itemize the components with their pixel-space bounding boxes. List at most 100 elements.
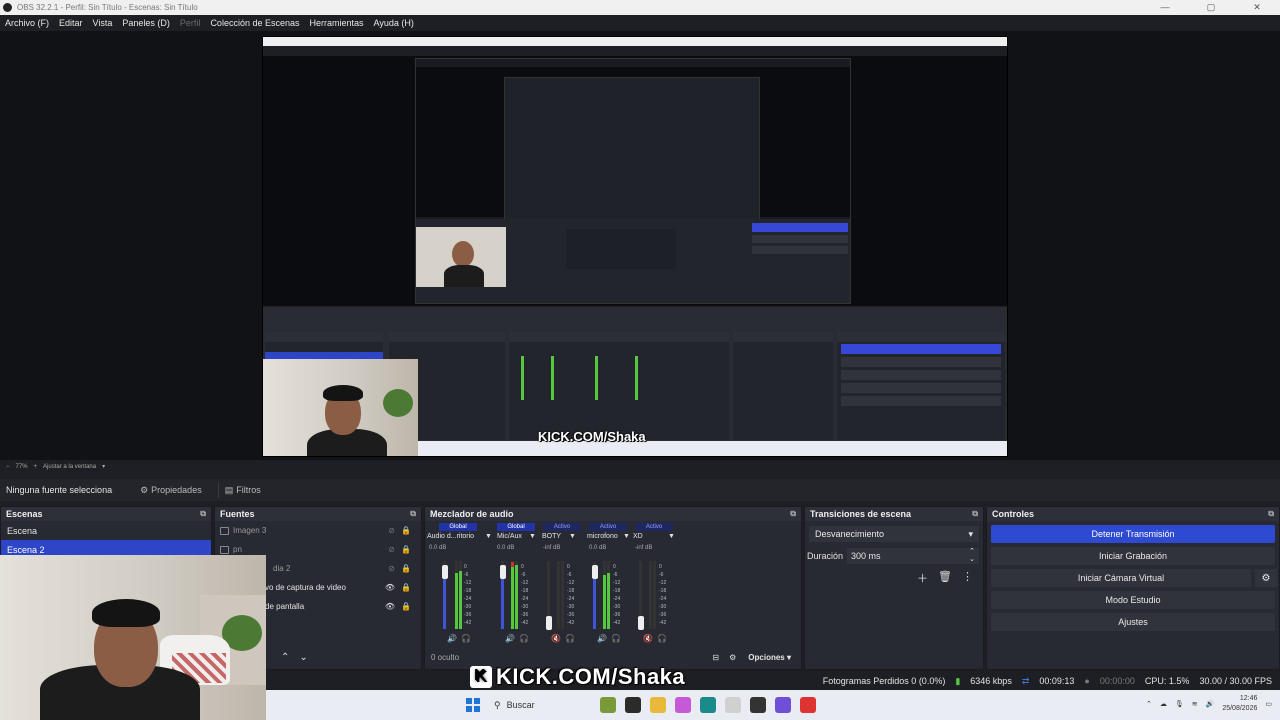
wifi-icon[interactable]: ≋ <box>1192 700 1198 708</box>
eye-hidden-icon[interactable]: ⊘ <box>388 545 395 554</box>
copilot-icon[interactable] <box>675 697 691 713</box>
preview-canvas[interactable]: KICK.COM/Shaka <box>262 36 1008 457</box>
db-scale: 0 -6 -12 -18 -24 -30 -36 -42 <box>567 564 575 626</box>
nested-transitions-panel <box>733 332 833 440</box>
dock-float-icon[interactable]: ⧉ <box>200 509 206 519</box>
task-view-icon[interactable] <box>625 697 641 713</box>
volume-icon[interactable]: 🔊 <box>1206 700 1215 708</box>
filters-button[interactable]: ▤ Filtros <box>217 482 267 498</box>
headphones-icon[interactable]: 🎧 <box>461 634 471 643</box>
preview-area[interactable]: KICK.COM/Shaka <box>0 31 1280 460</box>
menu-paneles[interactable]: Paneles (D) <box>117 18 175 28</box>
mixer-channel-name: microfono <box>587 533 618 540</box>
zoom-in-button[interactable]: + <box>34 464 38 470</box>
lock-icon[interactable]: 🔒 <box>401 564 411 573</box>
hidden-count: 0 oculto <box>431 652 460 662</box>
notification-icon[interactable]: ▭ <box>1265 700 1272 708</box>
lock-icon[interactable]: 🔒 <box>401 602 411 611</box>
studio-mode-button[interactable]: Modo Estudio <box>991 591 1275 609</box>
speaker-icon[interactable]: 🔊 <box>505 634 515 643</box>
menu-ayuda[interactable]: Ayuda (H) <box>369 18 419 28</box>
widgets-icon[interactable] <box>600 697 616 713</box>
settings-button[interactable]: Ajustes <box>991 613 1275 631</box>
lock-icon[interactable]: 🔒 <box>401 526 411 535</box>
properties-button[interactable]: ⚙ Propiedades <box>134 483 208 498</box>
start-recording-button[interactable]: Iniciar Grabación <box>991 547 1275 565</box>
stop-stream-button[interactable]: Detener Transmisión <box>991 525 1275 543</box>
app-icon[interactable] <box>750 697 766 713</box>
gear-icon[interactable]: ⚙ <box>1255 569 1277 587</box>
channel-menu-icon[interactable]: ▼ <box>485 533 492 540</box>
volume-slider[interactable] <box>442 565 448 579</box>
minimize-button[interactable]: — <box>1142 0 1188 15</box>
app-icon[interactable] <box>800 697 816 713</box>
stream-time: 00:09:13 <box>1039 676 1075 686</box>
add-icon[interactable]: ＋ <box>917 570 928 586</box>
windows-start-icon[interactable] <box>466 698 480 712</box>
headphones-icon[interactable]: 🎧 <box>519 634 529 643</box>
speaker-icon[interactable]: 🔊 <box>447 634 457 643</box>
speaker-icon[interactable]: 🔊 <box>597 634 607 643</box>
source-label: de pantalla <box>265 602 305 611</box>
mixer-options-button[interactable]: Opciones ▾ <box>748 653 791 662</box>
zoom-out-button[interactable]: − <box>6 464 10 470</box>
close-button[interactable]: ✕ <box>1234 0 1280 15</box>
maximize-button[interactable]: ▢ <box>1188 0 1234 15</box>
fit-to-window[interactable]: Ajustar a la ventana <box>43 464 96 470</box>
volume-slider[interactable] <box>592 565 598 579</box>
mic-icon[interactable]: 🎙 <box>1175 700 1184 708</box>
menu-perfil[interactable]: Perfil <box>175 18 206 28</box>
chevron-up-icon[interactable]: ⌃ <box>1146 700 1152 708</box>
menu-archivo[interactable]: Archivo (F) <box>0 18 54 28</box>
zoom-dropdown[interactable]: ▾ <box>102 463 105 470</box>
lock-icon[interactable]: 🔒 <box>401 545 411 554</box>
more-icon[interactable]: ⋮ <box>962 570 973 586</box>
volume-slider[interactable] <box>500 565 506 579</box>
discord-icon[interactable] <box>775 697 791 713</box>
headphones-icon[interactable]: 🎧 <box>611 634 621 643</box>
gear-icon[interactable]: ⚙ <box>729 653 736 662</box>
trash-icon[interactable]: 🗑 <box>938 570 952 586</box>
file-explorer-icon[interactable] <box>650 697 666 713</box>
channel-menu-icon[interactable]: ▼ <box>529 533 536 540</box>
menu-coleccion-escenas[interactable]: Colección de Escenas <box>205 18 304 28</box>
dock-float-icon[interactable]: ⧉ <box>972 509 978 519</box>
move-up-icon[interactable]: ⌃ <box>281 652 289 663</box>
menu-vista[interactable]: Vista <box>88 18 118 28</box>
virtual-camera-button[interactable]: Iniciar Cámara Virtual ⚙ <box>991 569 1277 587</box>
dock-float-icon[interactable]: ⧉ <box>1268 509 1274 519</box>
scene-item[interactable]: Escena <box>1 521 211 540</box>
speaker-muted-icon[interactable]: 🔇 <box>551 634 561 643</box>
dock-float-icon[interactable]: ⧉ <box>410 509 416 519</box>
channel-menu-icon[interactable]: ▼ <box>623 533 630 540</box>
cloud-icon[interactable]: ☁ <box>1160 700 1167 708</box>
edge-icon[interactable] <box>700 697 716 713</box>
menu-herramientas[interactable]: Herramientas <box>305 18 369 28</box>
mixer-title: Mezclador de audio <box>430 509 514 519</box>
eye-hidden-icon[interactable]: ⊘ <box>388 564 395 573</box>
channel-menu-icon[interactable]: ▼ <box>569 533 576 540</box>
menu-editar[interactable]: Editar <box>54 18 88 28</box>
headphones-icon[interactable]: 🎧 <box>565 634 575 643</box>
lock-icon[interactable]: 🔒 <box>401 583 411 592</box>
eye-visible-icon[interactable]: 👁 <box>385 602 395 611</box>
dock-float-icon[interactable]: ⧉ <box>790 509 796 519</box>
volume-slider[interactable] <box>638 616 644 630</box>
clock[interactable]: 12:46 25/08/2026 <box>1222 694 1257 714</box>
eye-visible-icon[interactable]: 👁 <box>385 583 395 592</box>
speaker-muted-icon[interactable]: 🔇 <box>643 634 653 643</box>
eye-hidden-icon[interactable]: ⊘ <box>388 526 395 535</box>
volume-slider[interactable] <box>546 616 552 630</box>
channel-menu-icon[interactable]: ▼ <box>668 533 675 540</box>
source-item[interactable]: Imagen 3 ⊘ 🔒 <box>215 521 421 540</box>
sources-header: Fuentes ⧉ <box>215 507 421 521</box>
mixer-layout-icon[interactable]: ⊟ <box>712 653 719 662</box>
move-down-icon[interactable]: ⌄ <box>299 652 307 663</box>
duration-field[interactable]: 300 ms ⌃ ⌄ <box>847 548 979 564</box>
transition-select[interactable]: Desvanecimiento ▾ <box>809 526 979 542</box>
headphones-icon[interactable]: 🎧 <box>657 634 667 643</box>
spin-arrows-icon[interactable]: ⌃ ⌄ <box>969 548 979 564</box>
taskbar-search[interactable]: ⚲ Buscar <box>494 696 594 714</box>
obs-taskbar-icon[interactable] <box>725 697 741 713</box>
volume-meter <box>557 561 560 629</box>
